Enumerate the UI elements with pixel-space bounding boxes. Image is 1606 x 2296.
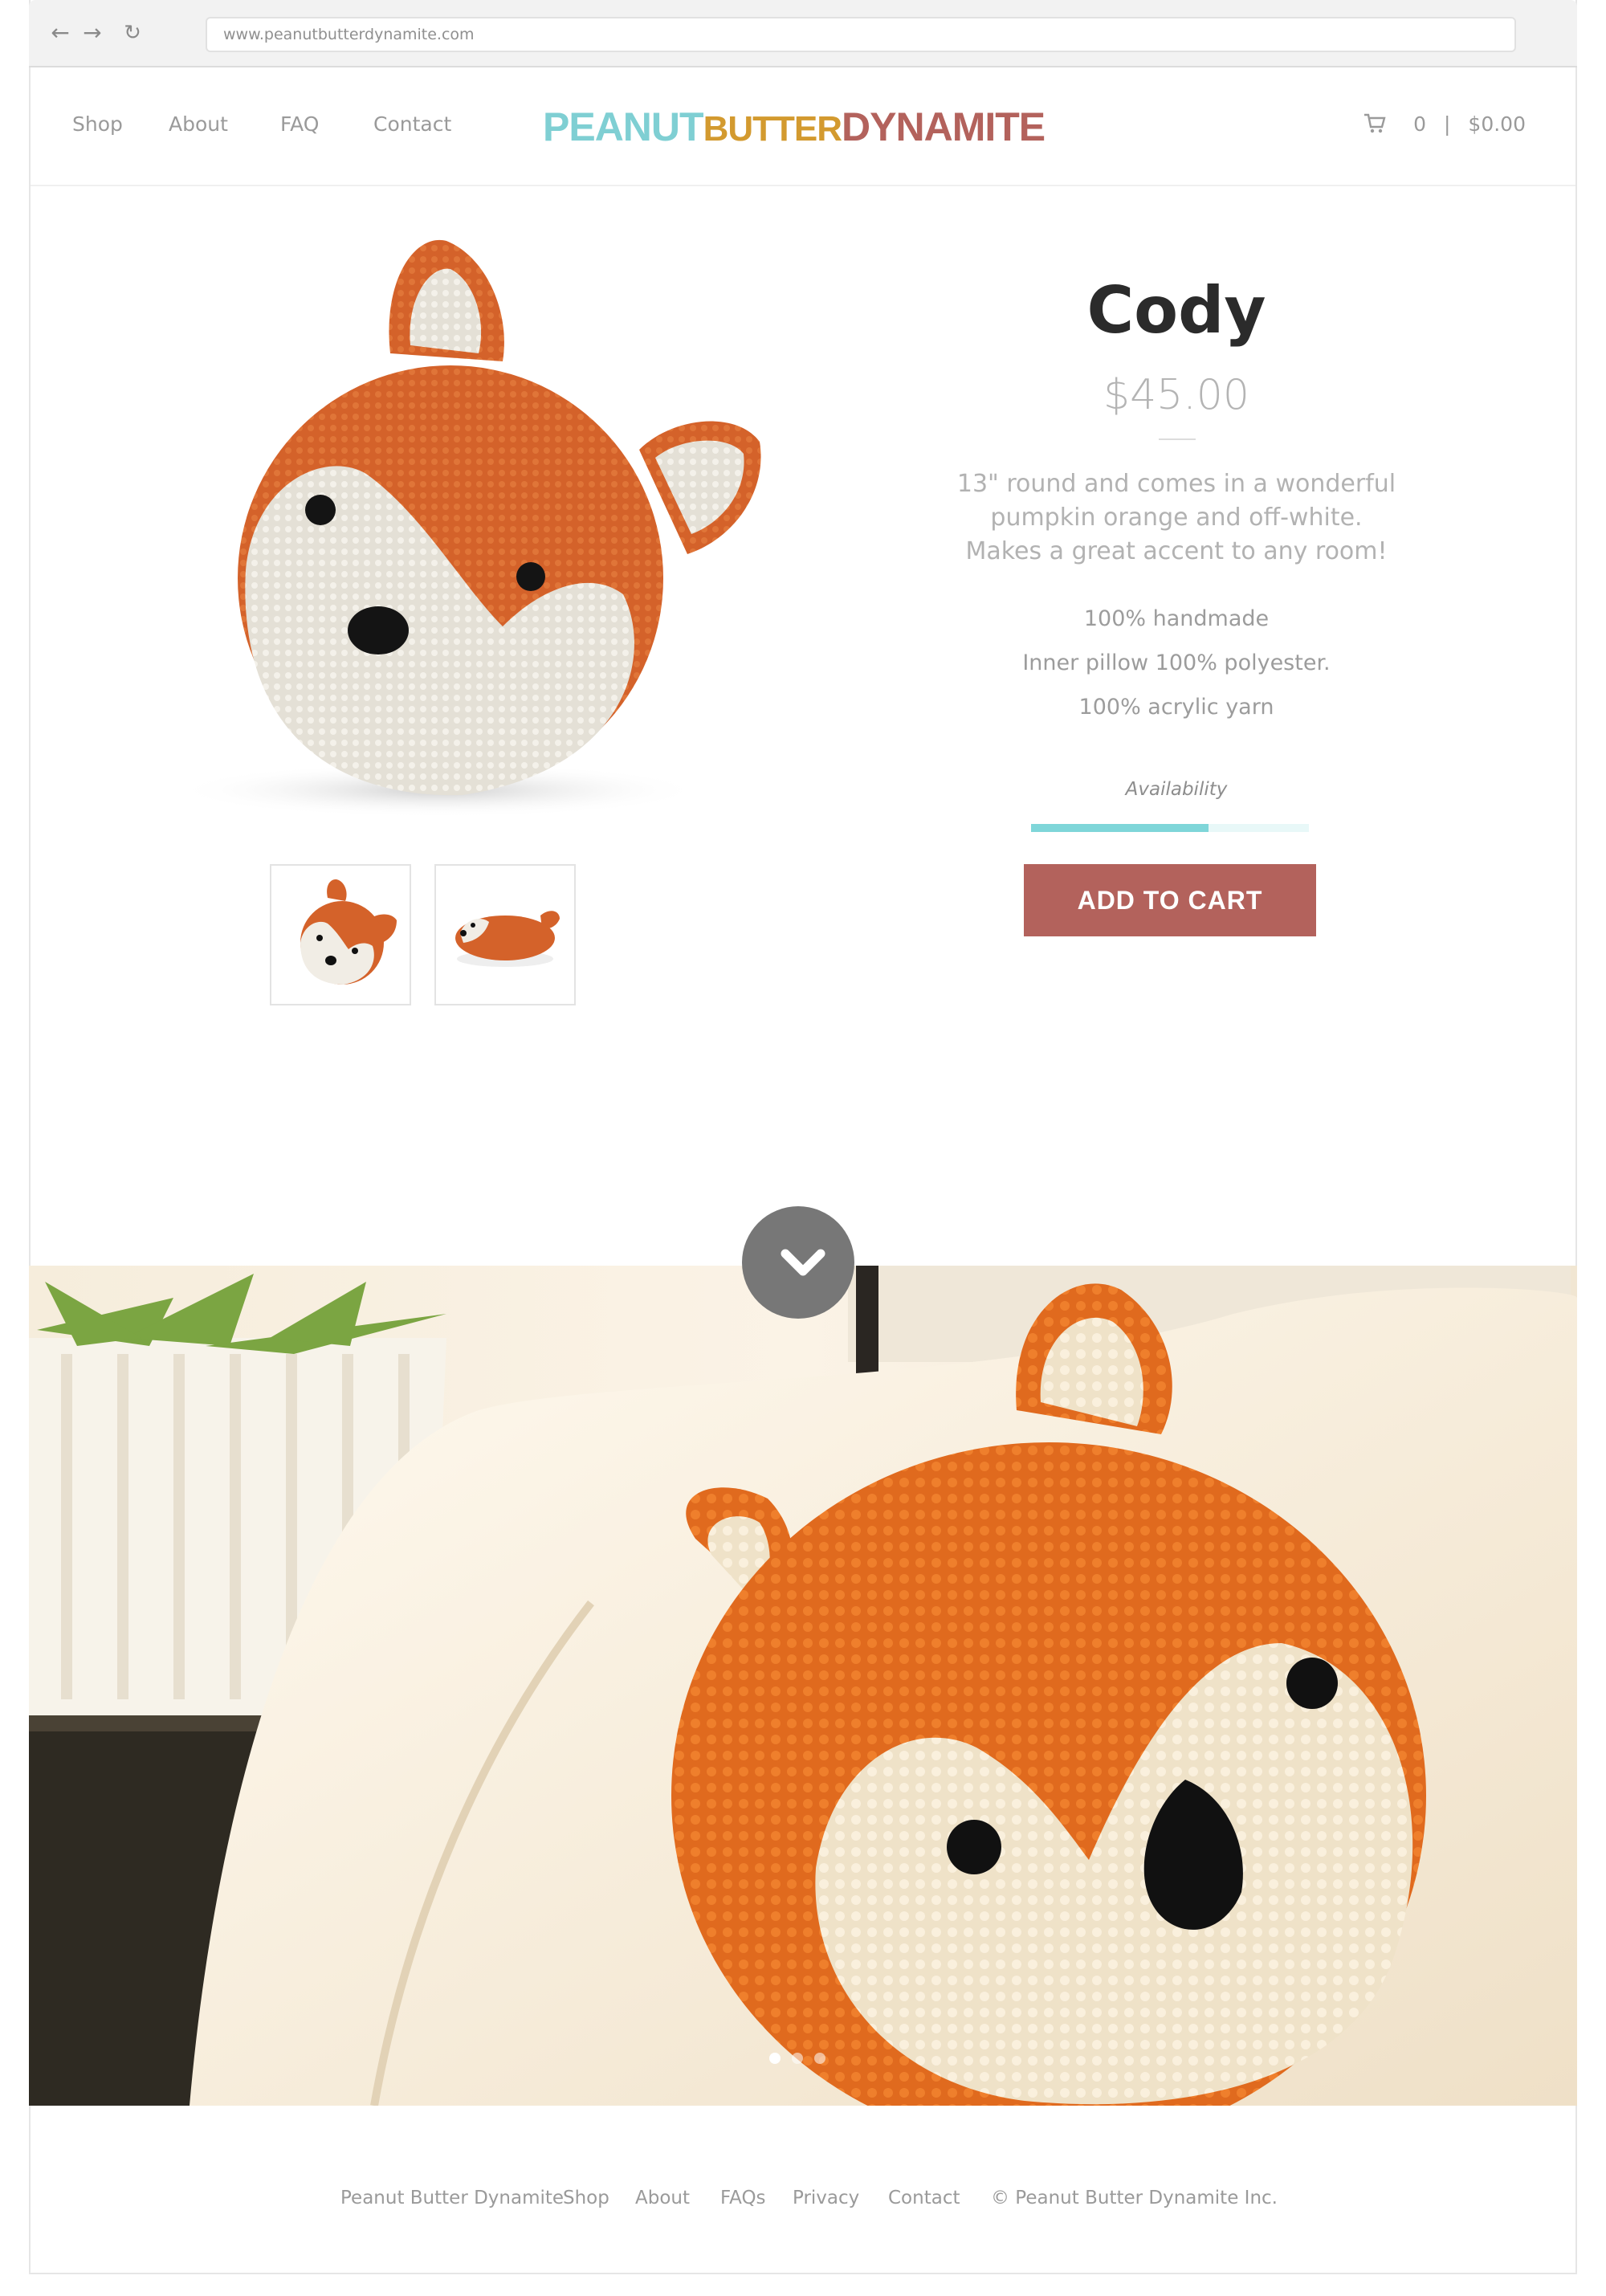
carousel-dot-3[interactable] <box>814 2053 825 2064</box>
availability-bar-fill <box>1031 824 1209 832</box>
cart-total: $0.00 <box>1468 112 1526 136</box>
spec-yarn: 100% acrylic yarn <box>1078 695 1274 720</box>
forward-arrow-icon[interactable]: → <box>80 21 104 45</box>
carousel-dot-2[interactable] <box>792 2053 803 2064</box>
hero-lifestyle-image <box>29 1266 1577 2106</box>
description-line: pumpkin orange and off-white. <box>990 504 1363 532</box>
add-to-cart-button[interactable]: ADD TO CART <box>1024 864 1316 936</box>
site-logo[interactable]: PEANUTBUTTERDYNAMITE <box>543 103 1046 151</box>
logo-word-dynamite: DYNAMITE <box>842 104 1046 149</box>
product-thumbnail-2[interactable] <box>434 864 576 1005</box>
footer-link-about[interactable]: About <box>635 2188 690 2208</box>
cart-count: 0 <box>1413 112 1427 136</box>
footer-link-privacy[interactable]: Privacy <box>793 2188 859 2208</box>
footer-link-contact[interactable]: Contact <box>888 2188 960 2208</box>
availability-bar <box>1031 824 1309 832</box>
address-bar[interactable]: www.peanutbutterdynamite.com <box>206 17 1516 52</box>
nav-faq[interactable]: FAQ <box>280 112 319 136</box>
product-title: Cody <box>1086 273 1266 348</box>
scroll-down-button[interactable] <box>742 1206 854 1319</box>
footer-copyright: © Peanut Butter Dynamite Inc. <box>991 2188 1278 2208</box>
back-arrow-icon[interactable]: ← <box>48 21 72 45</box>
logo-word-peanut: PEANUT <box>543 104 704 149</box>
price-divider <box>1159 438 1196 440</box>
reload-icon[interactable]: ↻ <box>120 21 145 45</box>
spec-handmade: 100% handmade <box>1083 606 1270 631</box>
product-description: 13" round and comes in a wonderful pumpk… <box>923 467 1429 569</box>
carousel-dot-1[interactable] <box>769 2053 781 2064</box>
logo-word-butter: BUTTER <box>703 109 842 149</box>
availability-label: Availability <box>1125 779 1228 800</box>
chevron-down-icon <box>781 1249 825 1276</box>
description-line: Makes a great accent to any room! <box>965 537 1388 565</box>
nav-shop[interactable]: Shop <box>72 112 123 136</box>
nav-contact[interactable]: Contact <box>373 112 451 136</box>
footer-link-home[interactable]: Peanut Butter Dynamite <box>340 2188 564 2208</box>
product-price: $45.00 <box>1103 371 1249 419</box>
footer-link-shop[interactable]: Shop <box>563 2188 609 2208</box>
description-line: 13" round and comes in a wonderful <box>956 470 1396 498</box>
cart-separator: | <box>1444 112 1451 136</box>
thumbnail-image <box>300 879 397 985</box>
footer-link-faqs[interactable]: FAQs <box>720 2188 766 2208</box>
spec-pillow: Inner pillow 100% polyester. <box>1022 650 1331 675</box>
product-thumbnail-1[interactable] <box>270 864 411 1005</box>
nav-about[interactable]: About <box>169 112 228 136</box>
cart-icon <box>1364 113 1386 133</box>
cart-summary[interactable]: 0 | $0.00 <box>1363 112 1526 136</box>
browser-toolbar: ← → ↻ www.peanutbutterdynamite.com <box>29 0 1577 67</box>
header-divider <box>31 185 1575 186</box>
thumbnail-image-side <box>455 911 560 967</box>
product-main-image <box>173 239 761 818</box>
